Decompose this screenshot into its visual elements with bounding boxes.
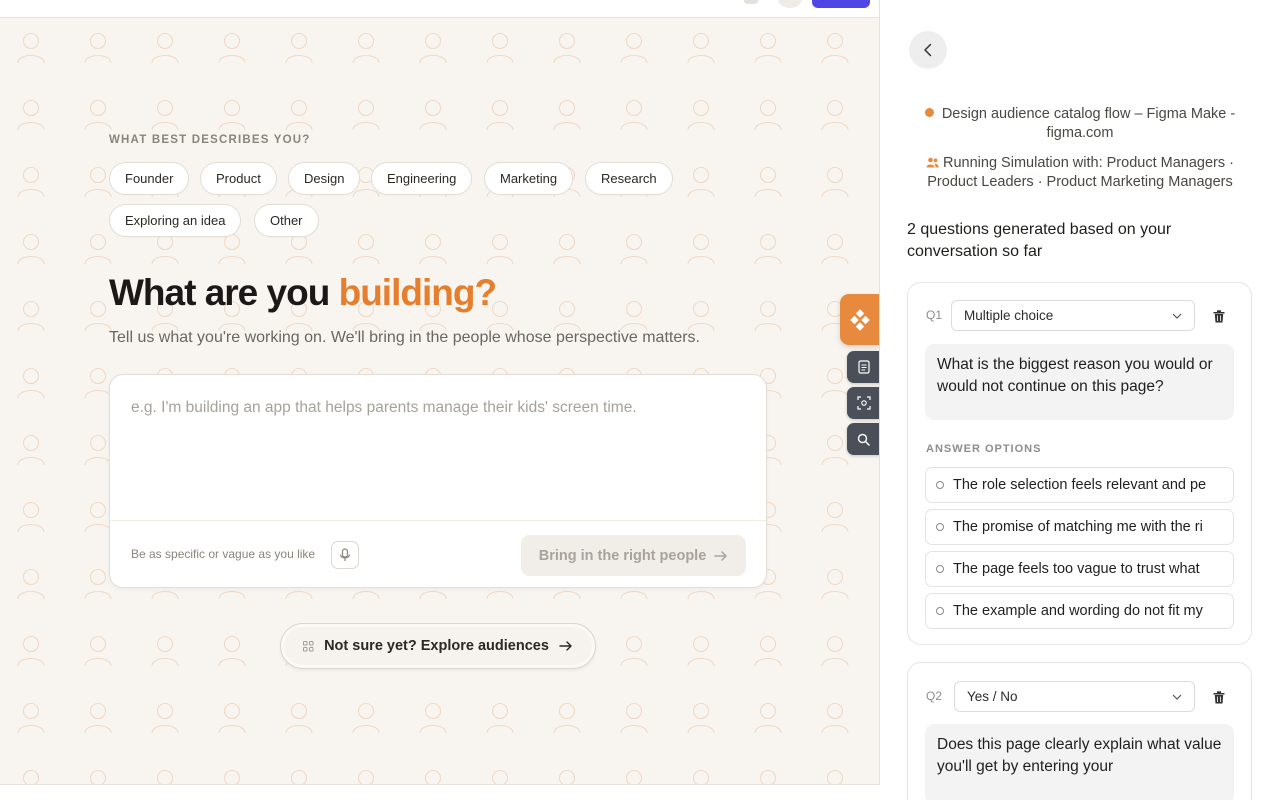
simulation-status-text: Running Simulation with: Product Manager… [927,155,1234,190]
screenshot-tool-button[interactable] [847,387,879,419]
chevron-down-icon [1172,313,1182,319]
trash-icon [1213,309,1225,322]
top-bar-avatar[interactable] [778,0,802,8]
role-chip-other[interactable]: Other [254,204,319,237]
top-bar-primary-button[interactable] [812,0,870,8]
question-card: Q2 Yes / No Does this page clearly expla… [907,662,1252,800]
question-type-value: Multiple choice [964,308,1054,323]
question-text[interactable]: Does this page clearly explain what valu… [925,724,1234,800]
screenshot-icon [856,396,871,410]
search-icon [857,433,870,446]
search-tool-button[interactable] [847,423,879,455]
role-chip-research[interactable]: Research [585,162,673,195]
question-card: Q1 Multiple choice What is the biggest r… [907,282,1252,645]
page-title-accent: building? [338,272,497,313]
grid-icon [303,640,314,651]
question-type-select[interactable]: Multiple choice [951,300,1195,331]
answer-option[interactable]: The page feels too vague to trust what [925,551,1234,587]
composer-hint: Be as specific or vague as you like [131,547,316,561]
top-bar [0,0,879,18]
chevron-down-icon [1172,694,1182,700]
chevron-left-icon [924,43,932,57]
question-number: Q1 [926,308,943,322]
arrow-right-icon [714,550,728,561]
explore-audiences-button[interactable]: Not sure yet? Explore audiences [280,623,596,669]
figma-logo-icon [850,308,870,331]
role-chip-founder[interactable]: Founder [109,162,190,195]
answer-option[interactable]: The example and wording do not fit my [925,593,1234,629]
page-subtitle: Tell us what you're working on. We'll br… [109,329,700,346]
answer-option[interactable]: The promise of matching me with the ri [925,509,1234,545]
radio-icon [936,607,944,615]
survey-side-panel: Design audience catalog flow – Figma Mak… [881,0,1280,800]
bring-people-button[interactable]: Bring in the right people [521,535,746,576]
role-chip-design[interactable]: Design [288,162,361,195]
role-chip-exploring-idea[interactable]: Exploring an idea [109,204,242,237]
bring-people-label: Bring in the right people [538,547,707,564]
answer-option-text: The example and wording do not fit my [953,603,1203,619]
arrow-right-icon [559,641,572,651]
role-chip-engineering[interactable]: Engineering [371,162,473,195]
questions-summary: 2 questions generated based on your conv… [907,221,1172,260]
answer-option-text: The page feels too vague to trust what [953,561,1200,577]
question-type-value: Yes / No [967,689,1018,704]
page-title-prefix: What are you [109,272,330,313]
delete-question-button[interactable] [1210,307,1228,325]
document-tool-button[interactable] [847,351,879,383]
microphone-button[interactable] [331,541,359,569]
figma-plugin-button[interactable] [840,294,879,345]
role-chip-marketing[interactable]: Marketing [484,162,574,195]
question-type-select[interactable]: Yes / No [954,681,1195,712]
trash-icon [1213,690,1225,703]
back-button[interactable] [909,31,947,69]
idea-composer: Be as specific or vague as you like Brin… [109,374,767,588]
answer-options-heading: ANSWER OPTIONS [926,443,1042,455]
radio-icon [936,523,944,531]
people-icon [926,157,939,168]
delete-question-button[interactable] [1210,688,1228,706]
role-chip-product[interactable]: Product [200,162,277,195]
radio-icon [936,565,944,573]
role-question-eyebrow: WHAT BEST DESCRIBES YOU? [109,134,311,146]
top-bar-icon[interactable] [744,0,758,4]
microphone-icon [339,548,351,561]
radio-icon [936,481,944,489]
page-context: Design audience catalog flow – Figma Mak… [911,105,1249,143]
status-dot [924,108,934,117]
idea-input[interactable] [110,375,766,520]
question-text[interactable]: What is the biggest reason you would or … [925,344,1234,420]
composer-footer: Be as specific or vague as you like Brin… [110,520,766,587]
page-context-title: Design audience catalog flow – Figma Mak… [941,106,1236,141]
answer-option-text: The role selection feels relevant and pe [953,477,1207,493]
app-canvas: WHAT BEST DESCRIBES YOU? Founder Product… [0,0,880,785]
simulation-status: Running Simulation with: Product Manager… [911,154,1249,192]
question-number: Q2 [926,689,943,703]
document-icon [857,360,870,374]
answer-option-text: The promise of matching me with the ri [953,519,1203,535]
answer-option[interactable]: The role selection feels relevant and pe [925,467,1234,503]
explore-audiences-label: Not sure yet? Explore audiences [324,638,549,654]
page-title: What are you building? [109,272,497,314]
